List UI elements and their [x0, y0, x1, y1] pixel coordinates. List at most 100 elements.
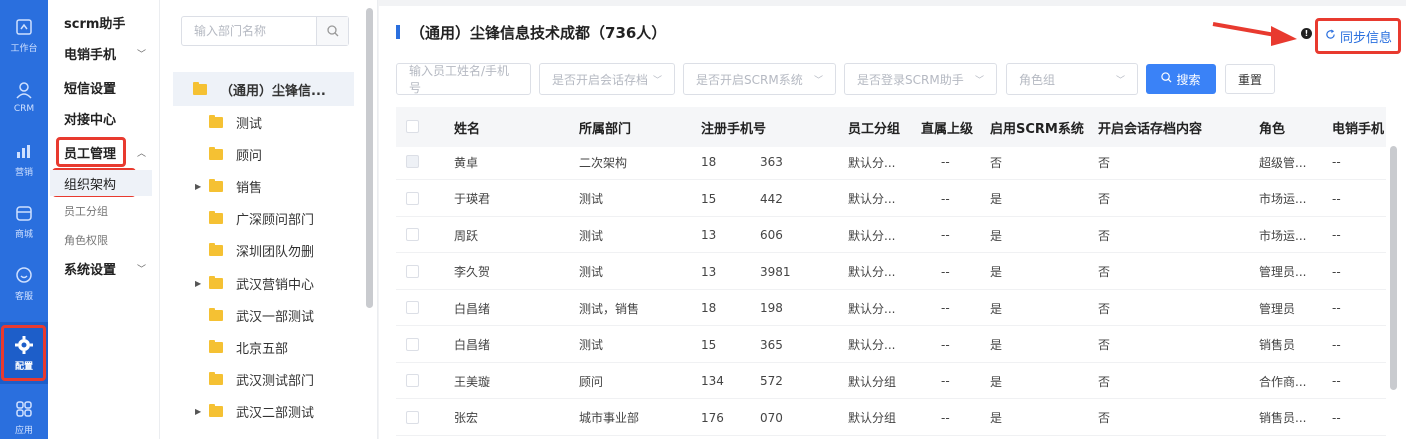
rail-marketing[interactable]: 营销: [0, 128, 48, 190]
menu-scrm[interactable]: scrm助手: [64, 8, 156, 36]
archive-filter-select[interactable]: 是否开启会话存档 ﹀: [539, 63, 675, 95]
menu-sms[interactable]: 短信设置: [64, 73, 156, 101]
tree-item[interactable]: 顾问: [209, 138, 262, 170]
table-row[interactable]: 王美璇 顾问 默认分组 -- 是 否 合作商... -- 134 572: [396, 363, 1386, 399]
tree-item[interactable]: 深圳团队勿删: [209, 234, 314, 266]
tree-item-label: 顾问: [236, 148, 263, 164]
search-icon: [1161, 72, 1172, 86]
caret-right-icon[interactable]: ▶: [195, 279, 209, 288]
cell-phone-prefix: 13: [701, 228, 717, 242]
select-all-checkbox[interactable]: [406, 120, 419, 133]
menu-settings[interactable]: 系统设置 ﹀: [64, 254, 156, 282]
sync-button-label: 同步信息: [1339, 30, 1392, 46]
login-filter-label: 是否登录SCRM助手: [857, 72, 964, 87]
rail-apps[interactable]: 应用: [0, 386, 48, 439]
row-checkbox[interactable]: [406, 301, 419, 314]
table-row[interactable]: 周跃 测试 默认分... -- 是 否 市场运... -- 13 606: [396, 217, 1386, 253]
tree-item-label: 销售: [236, 180, 263, 196]
cell-phone: --: [1332, 264, 1341, 279]
sync-button[interactable]: 同步信息: [1319, 20, 1398, 52]
tree-item[interactable]: 广深顾问部门: [209, 202, 314, 234]
search-button[interactable]: 搜索: [1146, 64, 1216, 94]
info-icon[interactable]: !: [1301, 28, 1312, 39]
table-row[interactable]: 黄卓 二次架构 默认分... -- 否 否 超级管... -- 18 363: [396, 144, 1386, 180]
table-scrollbar[interactable]: [1390, 146, 1397, 390]
redaction-mask: [724, 295, 746, 321]
rail-marketing-label: 营销: [14, 167, 33, 178]
cell-name: 白昌绪: [454, 338, 491, 352]
name-filter-input[interactable]: 输入员工姓名/手机号: [396, 63, 531, 95]
scrm-filter-select[interactable]: 是否开启SCRM系统 ﹀: [683, 63, 836, 95]
cell-phone-suffix: 365: [760, 337, 783, 352]
tree-item-label: 武汉营销中心: [236, 277, 315, 293]
row-checkbox[interactable]: [406, 191, 419, 205]
menu-group[interactable]: 员工分组: [64, 203, 108, 219]
tree-item[interactable]: ▶ 销售: [195, 170, 262, 202]
chart-icon: [14, 141, 34, 161]
tree-item-label: 武汉二部测试: [236, 405, 315, 421]
row-checkbox[interactable]: [406, 374, 419, 387]
cell-role: 管理员...: [1259, 265, 1307, 279]
menu-staff-label: 员工管理: [64, 146, 117, 162]
row-checkbox[interactable]: [406, 264, 419, 278]
folder-icon: [209, 210, 223, 224]
menu-staff[interactable]: 员工管理 ︿: [64, 138, 156, 166]
cell-group: 默认分...: [848, 228, 896, 243]
dept-search-input[interactable]: [182, 17, 316, 45]
tree-item[interactable]: 武汉测试部门: [209, 363, 314, 395]
tree-item[interactable]: ▶ 武汉二部测试: [195, 395, 314, 427]
table-row[interactable]: 白昌绪 测试，销售 默认分... -- 是 否 管理员 -- 18 198: [396, 290, 1386, 326]
cell-dept: 测试: [579, 338, 604, 352]
rail-shop[interactable]: 商城: [0, 190, 48, 252]
rail-crm[interactable]: CRM: [0, 66, 48, 128]
gear-icon: [14, 335, 34, 355]
caret-right-icon[interactable]: ▶: [195, 182, 209, 191]
menu-connect[interactable]: 对接中心: [64, 104, 156, 132]
dept-scrollbar[interactable]: [366, 8, 373, 308]
tree-item[interactable]: 北京五部: [209, 331, 288, 363]
tree-item-label: 武汉一部测试: [236, 309, 315, 325]
menu-role[interactable]: 角色权限: [64, 232, 108, 248]
row-checkbox[interactable]: [406, 155, 419, 168]
folder-icon: [209, 403, 223, 417]
rail-service[interactable]: 客服: [0, 252, 48, 314]
cell-phone-suffix: 198: [760, 301, 783, 315]
redaction-mask: [724, 368, 746, 394]
tree-root[interactable]: （通用）尘锋信...: [173, 72, 354, 106]
cell-group: 默认分...: [848, 155, 896, 170]
tree-item[interactable]: 测试: [209, 106, 262, 138]
row-checkbox[interactable]: [406, 228, 419, 241]
cell-role: 合作商...: [1259, 374, 1307, 389]
service-icon: [14, 265, 34, 285]
table-row[interactable]: 于瑛君 测试 默认分... -- 是 否 市场运... -- 15 442: [396, 181, 1386, 217]
col-dept: 所属部门: [579, 121, 632, 137]
login-filter-select[interactable]: 是否登录SCRM助手 ﹀: [844, 63, 997, 95]
search-icon[interactable]: [316, 17, 348, 45]
menu-phone[interactable]: 电销手机 ﹀: [64, 39, 156, 67]
menu-settings-label: 系统设置: [64, 262, 117, 278]
role-filter-select[interactable]: 角色组 ﹀: [1006, 63, 1138, 95]
menu-scrm-label: scrm助手: [64, 16, 126, 32]
table-row[interactable]: 张宏 城市事业部 默认分组 -- 是 否 销售员... -- 176 070: [396, 400, 1386, 436]
cell-phone: --: [1332, 337, 1341, 352]
cell-archive: 否: [1098, 192, 1111, 206]
tree-item[interactable]: 武汉一部测试: [209, 299, 314, 331]
tree-root-label: （通用）尘锋信...: [220, 83, 326, 99]
table-row[interactable]: 李久贺 测试 默认分... -- 是 否 管理员... -- 13 3981: [396, 254, 1386, 290]
row-checkbox[interactable]: [406, 410, 419, 424]
tree-item[interactable]: ▶ 武汉营销中心: [195, 267, 314, 299]
reset-button[interactable]: 重置: [1225, 64, 1275, 94]
cell-scrm: 否: [990, 155, 1003, 170]
cell-phone: --: [1332, 410, 1341, 425]
rail-crm-label: CRM: [13, 104, 35, 114]
cell-phone: --: [1332, 374, 1341, 388]
cell-group: 默认分...: [848, 192, 896, 206]
rail-workbench[interactable]: 工作台: [0, 4, 48, 66]
menu-org[interactable]: 组织架构: [50, 170, 152, 196]
row-checkbox[interactable]: [406, 337, 419, 351]
rail-config[interactable]: 配置: [0, 322, 48, 384]
caret-right-icon[interactable]: ▶: [195, 407, 209, 416]
dept-search: [181, 16, 349, 46]
table-row[interactable]: 白昌绪 测试 默认分... -- 是 否 销售员 -- 15 365: [396, 327, 1386, 363]
cell-dept: 测试，销售: [579, 301, 640, 316]
